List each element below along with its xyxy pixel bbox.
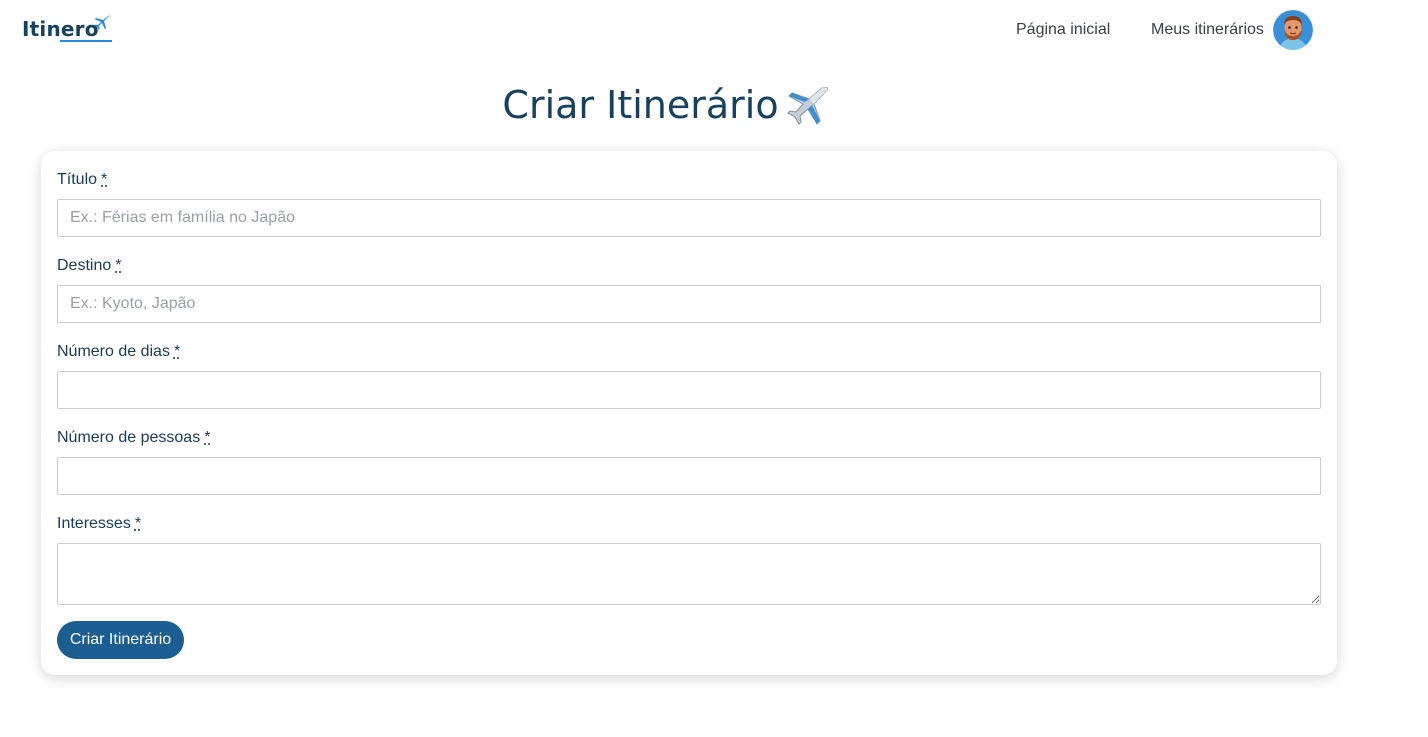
people-label: Número de pessoas * xyxy=(57,428,210,448)
required-mark: * xyxy=(204,429,211,446)
title-label-text: Título xyxy=(57,171,98,188)
required-mark: * xyxy=(134,515,142,532)
required-mark: * xyxy=(115,257,122,274)
required-mark: * xyxy=(101,171,108,188)
page-title: Criar Itinerário xyxy=(0,80,1333,130)
interests-label: Interesses * xyxy=(57,514,141,534)
user-avatar[interactable] xyxy=(1273,10,1313,50)
title-label: Título * xyxy=(57,170,107,190)
logo-underline xyxy=(60,40,112,42)
title-input[interactable] xyxy=(57,199,1321,237)
people-label-text: Número de pessoas xyxy=(57,429,201,446)
interests-label-text: Interesses xyxy=(57,515,131,532)
days-label-text: Número de dias xyxy=(57,343,170,360)
destination-label-text: Destino xyxy=(57,257,112,274)
days-input[interactable] xyxy=(57,371,1321,409)
airplane-icon xyxy=(94,14,111,30)
required-mark: * xyxy=(173,343,181,360)
nav-home-link[interactable]: Página inicial xyxy=(1016,19,1110,41)
days-label: Número de dias * xyxy=(57,342,180,362)
create-itinerary-form: Título* Destino* Número de dias* Número … xyxy=(41,151,1337,675)
logo-text: Itinero xyxy=(22,17,99,41)
destination-label: Destino * xyxy=(57,256,121,276)
page-title-text: Criar Itinerário xyxy=(502,83,779,127)
itinero-logo[interactable]: Itinero xyxy=(22,12,114,44)
create-itinerary-button[interactable]: Criar Itinerário xyxy=(57,621,184,659)
avatar-illustration-icon xyxy=(1273,10,1313,50)
destination-input[interactable] xyxy=(57,285,1321,323)
people-input[interactable] xyxy=(57,457,1321,495)
airplane-emoji-icon xyxy=(786,86,828,125)
interests-textarea[interactable] xyxy=(57,543,1321,605)
top-navbar: Itinero Página inicial Meus itinerários xyxy=(0,0,1428,60)
nav-my-itineraries-link[interactable]: Meus itinerários xyxy=(1151,19,1264,41)
